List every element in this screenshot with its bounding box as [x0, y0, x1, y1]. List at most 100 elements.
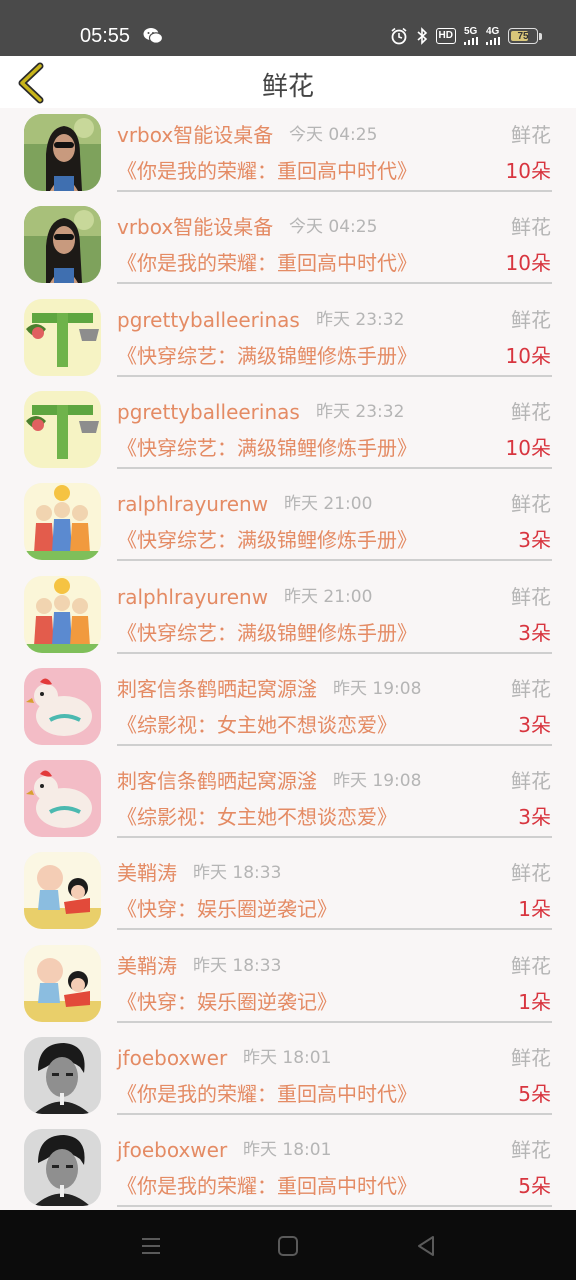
list-item[interactable]: vrbox智能设桌备 今天 04:25 鲜花《你是我的荣耀：重回高中时代》 10朵	[0, 108, 576, 200]
divider	[117, 743, 552, 746]
divider	[117, 928, 552, 931]
avatar[interactable]	[24, 944, 101, 1022]
book-title[interactable]: 《快穿综艺：满级锦鲤修炼手册》	[117, 620, 417, 646]
timestamp: 昨天 18:33	[193, 955, 282, 976]
list-item[interactable]: pgrettyballeerinas 昨天 23:32 鲜花《快穿综艺：满级锦鲤修炼…	[0, 385, 576, 477]
avatar[interactable]	[24, 390, 101, 468]
book-title[interactable]: 《综影视：女主她不想谈恋爱》	[117, 804, 397, 830]
flower-count: 3朵	[518, 528, 551, 553]
book-title[interactable]: 《你是我的荣耀：重回高中时代》	[117, 1081, 417, 1107]
app-header: 鲜花	[0, 56, 576, 108]
book-title[interactable]: 《快穿综艺：满级锦鲤修炼手册》	[117, 527, 417, 553]
flower-count: 1朵	[518, 989, 551, 1014]
avatar[interactable]	[24, 298, 101, 376]
avatar[interactable]	[24, 483, 101, 561]
back-nav-button[interactable]	[414, 1234, 438, 1258]
bluetooth-icon	[416, 27, 428, 45]
user-name[interactable]: pgrettyballeerinas	[117, 399, 300, 425]
flower-count: 10朵	[505, 251, 551, 276]
flower-count: 3朵	[518, 712, 551, 737]
net-4g-label: 4G	[486, 26, 500, 37]
battery-tip	[539, 32, 542, 40]
user-name[interactable]: 刺客信条鹤晒起窝源滏	[117, 768, 317, 794]
book-title[interactable]: 《你是我的荣耀：重回高中时代》	[117, 158, 417, 184]
user-name[interactable]: ralphlrayurenw	[117, 491, 268, 517]
home-nav-button[interactable]	[276, 1234, 300, 1258]
list-item[interactable]: ralphlrayurenw 昨天 21:00 鲜花 《快穿综艺：满级锦鲤修炼手册》 3…	[0, 477, 576, 569]
avatar[interactable]	[24, 575, 101, 653]
gift-type: 鲜花	[511, 769, 551, 794]
signal-4g-icon: 4G	[486, 27, 500, 45]
list-item[interactable]: 美鞘涛 昨天 18:33 鲜花 《快穿：娱乐圈逆袭记》 1朵	[0, 846, 576, 938]
avatar[interactable]	[24, 114, 101, 191]
user-name[interactable]: 刺客信条鹤晒起窝源滏	[117, 676, 317, 702]
divider	[117, 374, 552, 377]
divider	[117, 282, 552, 285]
list-item[interactable]: pgrettyballeerinas 昨天 23:32 鲜花 《快穿综艺：满级锦鲤修炼…	[0, 293, 576, 385]
divider	[117, 190, 552, 192]
user-name[interactable]: jfoeboxwer	[117, 1137, 227, 1163]
book-title[interactable]: 《快穿：娱乐圈逆袭记》	[117, 896, 337, 922]
user-name[interactable]: 美鞘涛	[117, 953, 177, 979]
avatar[interactable]	[24, 206, 101, 284]
avatar-image	[24, 852, 101, 929]
timestamp: 昨天 19:08	[333, 771, 422, 792]
battery-icon: 75	[508, 28, 538, 44]
user-name[interactable]: pgrettyballeerinas	[117, 307, 300, 333]
avatar-image	[24, 114, 101, 191]
status-icons: HD 5G 4G 75	[390, 24, 542, 48]
book-title[interactable]: 《快穿综艺：满级锦鲤修炼手册》	[117, 343, 417, 369]
book-title[interactable]: 《快穿：娱乐圈逆袭记》	[117, 989, 337, 1015]
user-name[interactable]: 美鞘涛	[117, 860, 177, 886]
battery-level: 75	[517, 30, 529, 42]
divider	[117, 1020, 552, 1023]
flower-count: 5朵	[518, 1082, 551, 1106]
divider	[117, 1113, 552, 1115]
alarm-icon	[390, 27, 408, 45]
avatar[interactable]	[24, 1129, 101, 1207]
divider	[117, 1205, 552, 1208]
gift-type: 鲜花	[511, 953, 551, 978]
list-item[interactable]: ralphlrayurenw 昨天 21:00 鲜花 《快穿综艺：满级锦鲤修炼手册》 3…	[0, 570, 576, 662]
flower-count: 10朵	[505, 435, 551, 460]
avatar-image	[24, 391, 101, 468]
user-name[interactable]: ralphlrayurenw	[117, 584, 268, 610]
avatar[interactable]	[24, 667, 101, 745]
page-title: 鲜花	[261, 72, 314, 102]
avatar[interactable]	[24, 1037, 101, 1114]
timestamp: 昨天 21:00	[284, 494, 373, 515]
timestamp: 昨天 18:01	[243, 1140, 332, 1161]
hd-badge: HD	[435, 28, 456, 44]
list-item[interactable]: jfoeboxwer 昨天 18:01 鲜花 《你是我的荣耀：重回高中时代》 5朵	[0, 1031, 576, 1123]
list-item[interactable]: 美鞘涛 昨天 18:33 鲜花《快穿：娱乐圈逆袭记》 1朵	[0, 939, 576, 1031]
list-item[interactable]: 刺客信条鹤晒起窝源滏 昨天 19:08 鲜花《综影视：女主她不想谈恋爱》 3朵	[0, 754, 576, 846]
book-title[interactable]: 《你是我的荣耀：重回高中时代》	[117, 1173, 417, 1199]
flower-count: 3朵	[518, 805, 551, 830]
flower-count: 10朵	[505, 159, 551, 183]
divider	[117, 466, 552, 469]
book-title[interactable]: 《快穿综艺：满级锦鲤修炼手册》	[117, 435, 417, 461]
status-time: 05:55	[80, 25, 131, 47]
gift-type: 鲜花	[511, 1046, 551, 1070]
timestamp: 今天 04:25	[289, 125, 378, 145]
list-item[interactable]: jfoeboxwer 昨天 18:01 鲜花 《你是我的荣耀：重回高中时代》 5朵	[0, 1123, 576, 1210]
timestamp: 昨天 19:08	[333, 678, 422, 699]
book-title[interactable]: 《综影视：女主她不想谈恋爱》	[117, 712, 397, 738]
divider	[117, 836, 552, 839]
user-name[interactable]: vrbox智能设桌备	[117, 122, 273, 148]
user-name[interactable]: jfoeboxwer	[117, 1045, 227, 1071]
timestamp: 昨天 21:00	[284, 586, 373, 607]
menu-nav-button[interactable]	[139, 1234, 163, 1258]
list-item[interactable]: vrbox智能设桌备 今天 04:25 鲜花 《你是我的荣耀：重回高中时代》 10朵	[0, 200, 576, 292]
book-title[interactable]: 《你是我的荣耀：重回高中时代》	[117, 250, 417, 276]
avatar[interactable]	[24, 852, 101, 930]
user-name[interactable]: vrbox智能设桌备	[117, 214, 273, 240]
list-item[interactable]: 刺客信条鹤晒起窝源滏 昨天 19:08 鲜花 《综影视：女主她不想谈恋爱》 3朵	[0, 662, 576, 754]
timestamp: 昨天 23:32	[316, 309, 405, 330]
avatar-image	[24, 945, 101, 1022]
timestamp: 昨天 23:32	[316, 401, 405, 422]
avatar-image	[24, 1129, 101, 1206]
gift-type: 鲜花	[511, 399, 551, 424]
avatar[interactable]	[24, 760, 101, 838]
gift-type: 鲜花	[511, 123, 551, 147]
